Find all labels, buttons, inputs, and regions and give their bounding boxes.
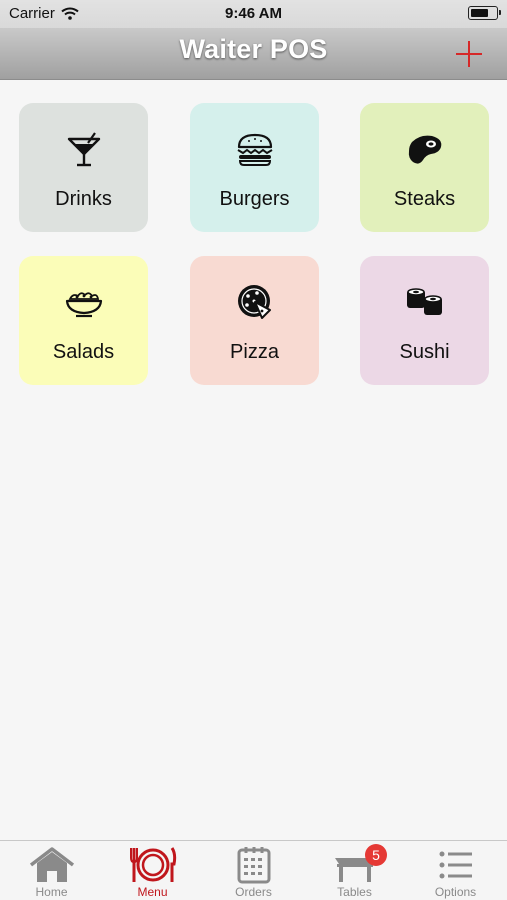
sushi-icon	[406, 288, 442, 315]
battery-level	[470, 8, 488, 17]
tab-bar: Home Menu Orders 5 Tables Options	[0, 840, 507, 900]
tab-label: Tables	[337, 885, 372, 899]
category-label: Salads	[52, 341, 115, 363]
tables-badge: 5	[365, 844, 387, 866]
tab-options[interactable]: Options	[405, 841, 506, 900]
category-tile-drinks[interactable]: Drinks	[19, 103, 148, 232]
tab-home[interactable]: Home	[1, 841, 102, 900]
category-label: Burgers	[219, 188, 290, 210]
category-label: Pizza	[230, 341, 279, 363]
plate-cutlery-icon	[129, 847, 176, 882]
category-label: Drinks	[55, 188, 112, 210]
status-bar: Carrier 9:46 AM	[0, 0, 507, 28]
status-time: 9:46 AM	[225, 5, 282, 22]
page-title: Waiter POS	[179, 34, 328, 64]
category-tile-burgers[interactable]: Burgers	[190, 103, 319, 232]
list-icon	[439, 851, 472, 879]
martini-glass-icon	[67, 132, 100, 167]
category-label: Steaks	[393, 188, 456, 210]
tab-menu[interactable]: Menu	[102, 841, 203, 900]
home-icon	[29, 847, 74, 882]
steak-icon	[408, 135, 441, 164]
category-tile-sushi[interactable]: Sushi	[360, 256, 489, 385]
tab-label: Options	[434, 885, 477, 899]
category-label: Sushi	[399, 341, 450, 363]
category-tile-salads[interactable]: Salads	[19, 256, 148, 385]
burger-icon	[236, 133, 273, 166]
battery-icon	[468, 6, 501, 20]
salad-bowl-icon	[65, 292, 102, 318]
plus-icon	[456, 41, 482, 67]
pizza-icon	[237, 285, 271, 319]
category-tile-pizza[interactable]: Pizza	[190, 256, 319, 385]
tab-tables[interactable]: 5 Tables	[304, 841, 405, 900]
add-button[interactable]	[453, 38, 485, 70]
orders-clipboard-icon	[237, 847, 270, 884]
navigation-bar: Waiter POS	[0, 28, 507, 80]
tab-label: Menu	[137, 885, 168, 899]
tab-label: Home	[35, 885, 68, 899]
tab-orders[interactable]: Orders	[203, 841, 304, 900]
category-tile-steaks[interactable]: Steaks	[360, 103, 489, 232]
tab-label: Orders	[235, 885, 272, 899]
